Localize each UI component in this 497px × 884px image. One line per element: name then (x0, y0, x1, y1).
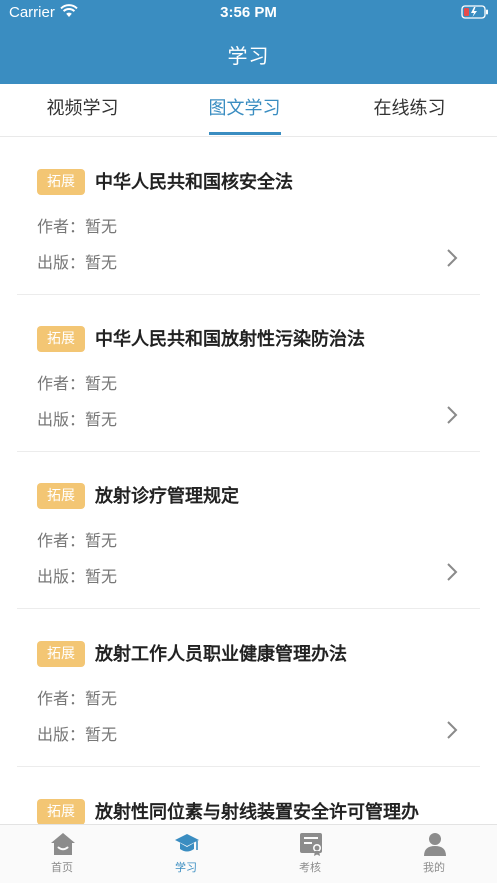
item-author: 作者：暂无 (37, 689, 118, 708)
chevron-right-icon (447, 249, 458, 267)
graduation-cap-icon (175, 834, 199, 852)
item-title: 放射诊疗管理规定 (95, 486, 239, 507)
status-time: 3:56 PM (220, 4, 277, 21)
list-item[interactable]: 拓展 放射诊疗管理规定 作者：暂无 出版：暂无 (17, 452, 480, 609)
tabbar-label: 首页 (51, 861, 73, 874)
tabbar-home[interactable]: 首页 (0, 825, 124, 884)
extension-badge: 拓展 (37, 326, 85, 352)
item-publisher: 出版：暂无 (37, 725, 118, 744)
tabbar-exam[interactable]: 考核 (248, 825, 372, 884)
item-publisher: 出版：暂无 (37, 567, 118, 586)
item-title: 放射性同位素与射线装置安全许可管理办 (95, 802, 419, 823)
category-tabs: 视频学习 图文学习 在线练习 (0, 84, 497, 137)
app-header: Carrier 3:56 PM 学习 (0, 0, 497, 84)
item-title: 中华人民共和国核安全法 (95, 172, 293, 193)
item-title: 中华人民共和国放射性污染防治法 (95, 329, 365, 350)
page-title: 学习 (227, 44, 270, 68)
tabbar-study[interactable]: 学习 (124, 825, 248, 884)
chevron-right-icon (447, 721, 458, 739)
home-icon (51, 833, 75, 855)
extension-badge: 拓展 (37, 641, 85, 667)
item-author: 作者：暂无 (37, 531, 118, 550)
certificate-icon (300, 833, 322, 856)
list-item[interactable]: 拓展 放射工作人员职业健康管理办法 作者：暂无 出版：暂无 (17, 610, 480, 767)
tab-online-practice[interactable]: 在线练习 (327, 84, 492, 136)
user-icon (424, 833, 446, 856)
tabbar-label: 学习 (175, 861, 197, 874)
tabbar-profile[interactable]: 我的 (372, 825, 496, 884)
item-author: 作者：暂无 (37, 374, 118, 393)
tab-video-study[interactable]: 视频学习 (0, 84, 165, 136)
tabbar-label: 考核 (299, 861, 321, 874)
document-list: 拓展 中华人民共和国核安全法 作者：暂无 出版：暂无 拓展 中华人民共和国放射性… (0, 138, 497, 824)
bottom-tab-bar: 首页 学习 考核 我的 (0, 824, 497, 883)
list-item[interactable]: 拓展 放射性同位素与射线装置安全许可管理办 (17, 768, 480, 824)
extension-badge: 拓展 (37, 169, 85, 195)
chevron-right-icon (447, 406, 458, 424)
item-title: 放射工作人员职业健康管理办法 (95, 644, 347, 665)
tab-text-study[interactable]: 图文学习 (162, 84, 327, 136)
battery-charging-icon (461, 5, 488, 19)
item-author: 作者：暂无 (37, 217, 118, 236)
active-tab-indicator (209, 132, 281, 135)
status-bar: Carrier 3:56 PM (0, 0, 497, 26)
list-item[interactable]: 拓展 中华人民共和国放射性污染防治法 作者：暂无 出版：暂无 (17, 295, 480, 452)
chevron-right-icon (447, 563, 458, 581)
item-publisher: 出版：暂无 (37, 253, 118, 272)
list-item[interactable]: 拓展 中华人民共和国核安全法 作者：暂无 出版：暂无 (17, 138, 480, 295)
extension-badge: 拓展 (37, 799, 85, 824)
tabbar-label: 我的 (423, 861, 445, 874)
item-publisher: 出版：暂无 (37, 410, 118, 429)
extension-badge: 拓展 (37, 483, 85, 509)
